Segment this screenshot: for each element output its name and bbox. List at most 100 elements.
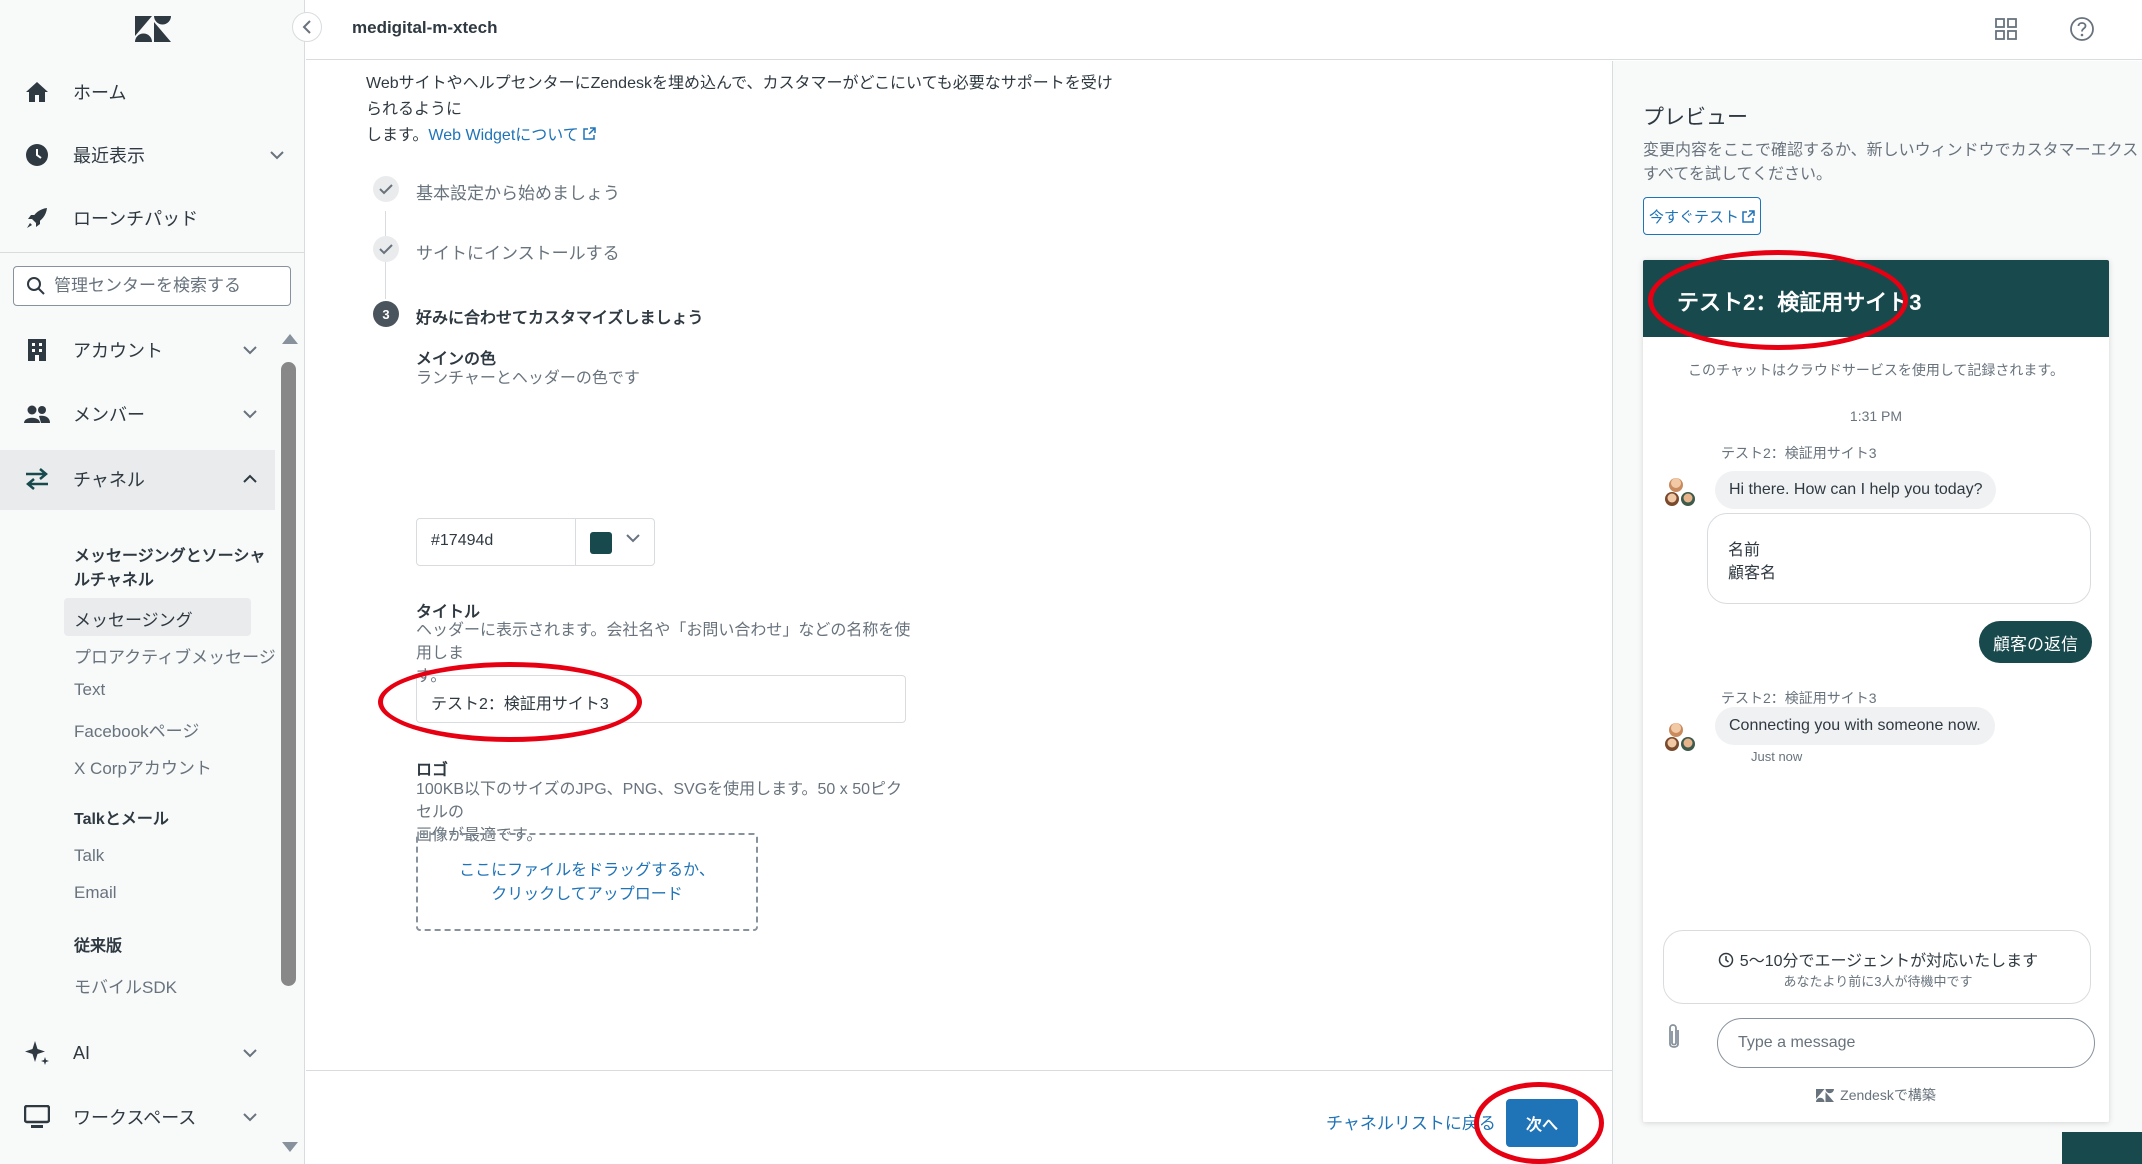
bot-avatar-icon bbox=[1665, 723, 1695, 751]
arrows-swap-icon bbox=[22, 464, 52, 494]
monitor-icon bbox=[22, 1102, 52, 1132]
zendesk-logo-icon bbox=[1816, 1088, 1835, 1102]
nav-launchpad[interactable]: ローンチパッド bbox=[0, 193, 305, 243]
bot-sender-name: テスト2：検証用サイト3 bbox=[1721, 445, 1877, 461]
logo-dropzone[interactable]: ここにファイルをドラッグするか、 クリックしてアップロード bbox=[416, 833, 758, 931]
preview-title: プレビュー bbox=[1643, 106, 1748, 129]
main-content: WebサイトやヘルプセンターにZendeskを埋め込んで、カスタマーがどこにいて… bbox=[306, 61, 1612, 1070]
scroll-up-arrow[interactable] bbox=[282, 334, 298, 344]
subnav-item-mobile-sdk[interactable]: モバイルSDK bbox=[74, 973, 177, 998]
zendesk-logo-icon[interactable] bbox=[135, 16, 171, 42]
test-now-button[interactable]: 今すぐテスト bbox=[1643, 197, 1761, 235]
form-name-value: 顧客名 bbox=[1728, 565, 1777, 582]
web-widget-link-text: Web Widgetについて bbox=[428, 127, 579, 144]
test-now-label: 今すぐテスト bbox=[1648, 208, 1739, 226]
product-tray-icon[interactable] bbox=[1994, 17, 2018, 41]
subnav-item-email[interactable]: Email bbox=[74, 883, 117, 903]
back-to-channel-list-link[interactable]: チャネルリストに戻る bbox=[1326, 1109, 1496, 1134]
nav-account[interactable]: アカウント bbox=[0, 325, 305, 375]
dropzone-line: ここにファイルをドラッグするか、 bbox=[459, 862, 715, 879]
bot-message-bubble: Connecting you with someone now. bbox=[1715, 707, 1995, 745]
search-icon bbox=[27, 277, 45, 295]
subnav-item-talk[interactable]: Talk bbox=[74, 846, 104, 866]
nav-workspace[interactable]: ワークスペース bbox=[0, 1092, 305, 1142]
check-icon bbox=[379, 184, 393, 195]
nav-channels[interactable]: チャネル bbox=[0, 454, 305, 504]
powered-by-zendesk: Zendeskで構築 bbox=[1643, 1085, 2109, 1105]
subnav-heading-talk-email: Talkとメール bbox=[74, 811, 169, 828]
admin-search-input[interactable] bbox=[54, 273, 284, 299]
title-hint-line: ヘッダーに表示されます。会社名や「お問い合わせ」などの名称を使用しま bbox=[416, 622, 911, 662]
step-1-done-badge bbox=[373, 176, 399, 202]
nav-account-label: アカウント bbox=[73, 341, 163, 361]
chevron-down-icon bbox=[243, 1109, 257, 1125]
chevron-down-icon bbox=[626, 530, 640, 546]
admin-search-box[interactable] bbox=[13, 266, 291, 306]
nav-workspace-label: ワークスペース bbox=[73, 1108, 197, 1128]
nav-members-label: メンバー bbox=[73, 405, 145, 425]
bot-sender-name: テスト2：検証用サイト3 bbox=[1721, 690, 1877, 706]
preview-description: 変更内容をここで確認するか、新しいウィンドウでカスタマーエクスペリエンスの すべ… bbox=[1643, 139, 2138, 187]
logo-hint-line: 100KB以下のサイズのJPG、PNG、SVGを使用します。50 x 50ピクセ… bbox=[416, 781, 903, 821]
building-icon bbox=[22, 335, 52, 365]
intro-text: WebサイトやヘルプセンターにZendeskを埋め込んで、カスタマーがどこにいて… bbox=[366, 71, 1126, 149]
scroll-down-arrow[interactable] bbox=[282, 1142, 298, 1152]
widget-record-note: このチャットはクラウドサービスを使用して記録されます。 bbox=[1687, 362, 2065, 378]
wizard-footer: チャネルリストに戻る 次へ bbox=[306, 1070, 1612, 1164]
subnav-heading-line: メッセージングとソーシャ bbox=[74, 548, 266, 565]
nav-scrollbar-thumb[interactable] bbox=[281, 362, 296, 986]
people-icon bbox=[22, 399, 52, 429]
nav-home[interactable]: ホーム bbox=[0, 67, 305, 117]
paperclip-icon[interactable] bbox=[1663, 1022, 1685, 1052]
step-connector bbox=[385, 271, 386, 299]
nav-channels-label: チャネル bbox=[73, 470, 145, 490]
main-color-hex-input[interactable]: #17494d bbox=[416, 518, 576, 566]
powered-by-text: Zendeskで構築 bbox=[1840, 1087, 1936, 1103]
help-icon[interactable] bbox=[2068, 15, 2096, 43]
collapse-nav-button[interactable] bbox=[292, 12, 322, 42]
chevron-left-icon bbox=[302, 20, 311, 34]
subnav-item-xcorp[interactable]: X Corpアカウント bbox=[74, 754, 212, 779]
web-widget-link[interactable]: Web Widgetについて bbox=[428, 127, 596, 144]
step-2-done-badge bbox=[373, 236, 399, 262]
message-input[interactable]: Type a message bbox=[1717, 1018, 2095, 1068]
chevron-down-icon bbox=[270, 147, 284, 163]
subnav-heading-legacy: 従来版 bbox=[74, 938, 123, 955]
chevron-down-icon bbox=[243, 1045, 257, 1061]
widget-title: テスト2：検証用サイト3 bbox=[1677, 290, 1922, 315]
wait-time-card: 5〜10分でエージェントが対応いたします あなたより前に3人が待機中です bbox=[1663, 930, 2091, 1004]
chevron-down-icon bbox=[243, 406, 257, 422]
preview-description-line: 変更内容をここで確認するか、新しいウィンドウでカスタマーエクスペリエンスの bbox=[1643, 142, 2138, 159]
message-timestamp: Just now bbox=[1751, 749, 1803, 764]
clock-icon bbox=[22, 140, 52, 170]
subnav-item-proactive[interactable]: プロアクティブメッセージ bbox=[74, 643, 276, 668]
name-form-card: 名前 顧客名 bbox=[1707, 513, 2091, 604]
subnav-item-facebook[interactable]: Facebookページ bbox=[74, 717, 199, 742]
nav-recent[interactable]: 最近表示 bbox=[0, 130, 305, 180]
queue-position-text: あなたより前に3人が待機中です bbox=[1783, 974, 1973, 989]
intro-line-2: します。Web Widgetについて bbox=[366, 123, 1126, 149]
main-color-label: メインの色 bbox=[416, 351, 497, 368]
next-button[interactable]: 次へ bbox=[1506, 1099, 1578, 1147]
subnav-item-text[interactable]: Text bbox=[74, 680, 105, 700]
bot-avatar-icon bbox=[1665, 478, 1695, 506]
color-picker-button[interactable] bbox=[575, 518, 655, 566]
step-2-label[interactable]: サイトにインストールする bbox=[416, 239, 620, 264]
intro-line-2-text: します。 bbox=[366, 127, 429, 144]
dropzone-line: クリックしてアップロード bbox=[491, 886, 683, 903]
intro-line-1: WebサイトやヘルプセンターにZendeskを埋め込んで、カスタマーがどこにいて… bbox=[366, 75, 1113, 118]
clock-icon bbox=[1718, 952, 1734, 968]
subnav-item-messaging[interactable]: メッセージング bbox=[74, 606, 193, 631]
bot-message-bubble: Hi there. How can I help you today? bbox=[1715, 471, 1997, 509]
step-1-label[interactable]: 基本設定から始めましょう bbox=[416, 179, 620, 204]
launcher-button-edge[interactable] bbox=[2062, 1132, 2142, 1164]
nav-ai[interactable]: AI bbox=[0, 1028, 305, 1078]
customer-reply-bubble: 顧客の返信 bbox=[1979, 621, 2092, 663]
widget-header: テスト2：検証用サイト3 bbox=[1643, 260, 2109, 337]
nav-members[interactable]: メンバー bbox=[0, 389, 305, 439]
wait-time-line: 5〜10分でエージェントが対応いたします bbox=[1664, 947, 2092, 971]
title-input[interactable]: テスト2：検証用サイト3 bbox=[416, 675, 906, 723]
sparkle-icon bbox=[22, 1038, 52, 1068]
nav-ai-label: AI bbox=[73, 1042, 91, 1063]
form-name-label: 名前 bbox=[1728, 542, 1761, 559]
